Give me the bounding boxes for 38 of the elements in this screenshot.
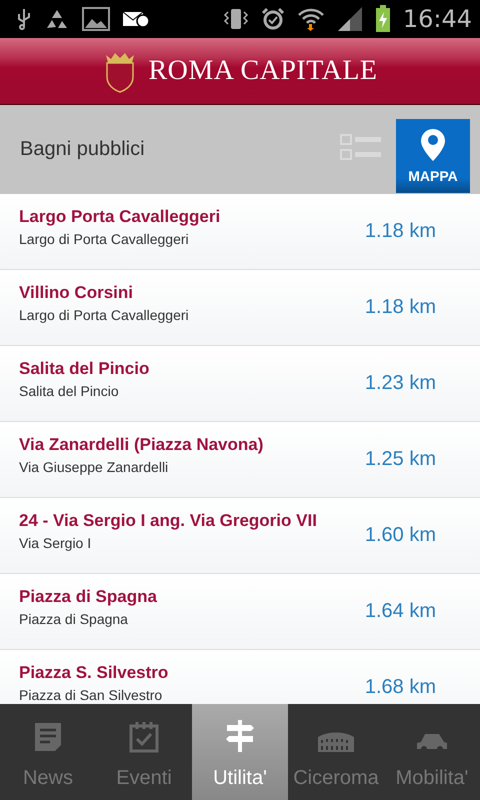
document-icon — [32, 721, 64, 753]
place-address: Salita del Pincio — [19, 382, 120, 398]
place-name: Villino Corsini — [19, 282, 134, 302]
battery-icon — [374, 5, 391, 33]
distance-text: 1.23 km — [364, 372, 436, 395]
place-name: Salita del Pincio — [19, 358, 150, 378]
image-icon — [82, 7, 110, 31]
distance-text: 1.25 km — [364, 448, 436, 471]
place-address: Via Giuseppe Zanardelli — [19, 458, 170, 474]
place-address: Piazza di Spagna — [19, 610, 129, 626]
distance-text: 1.64 km — [364, 600, 436, 623]
calendar-check-icon — [129, 721, 159, 753]
clock-time: 16:44 — [402, 5, 472, 33]
place-name: Piazza S. Silvestro — [19, 662, 170, 682]
app-title: ROMA CAPITALE — [148, 55, 378, 87]
place-name: Via Zanardelli (Piazza Navona) — [19, 434, 264, 454]
distance-text: 1.18 km — [364, 220, 436, 243]
wifi-icon — [296, 7, 325, 31]
place-address: Piazza di San Silvestro — [19, 686, 164, 702]
map-pin-icon — [420, 128, 446, 162]
mail-icon — [122, 9, 150, 29]
colosseum-icon — [317, 731, 355, 753]
place-name: Largo Porta Cavalleggeri — [19, 206, 222, 226]
alarm-icon — [260, 7, 285, 31]
signal-icon — [336, 6, 363, 32]
distance-text: 1.68 km — [364, 676, 436, 699]
usb-icon — [16, 8, 32, 30]
signpost-icon — [224, 719, 256, 753]
distance-text: 1.18 km — [364, 296, 436, 319]
place-address: Largo di Porta Cavalleggeri — [19, 230, 190, 246]
category-title: Bagni pubblici — [20, 138, 146, 161]
place-address: Largo di Porta Cavalleggeri — [19, 306, 190, 322]
vibrate-icon — [222, 7, 249, 31]
distance-text: 1.60 km — [364, 524, 436, 547]
place-name: Piazza di Spagna — [19, 586, 158, 606]
map-button[interactable]: MAPPA — [396, 119, 470, 193]
place-address: Via Sergio I — [19, 534, 92, 550]
place-name: 24 - Via Sergio I ang. Via Gregorio VII — [19, 510, 318, 530]
